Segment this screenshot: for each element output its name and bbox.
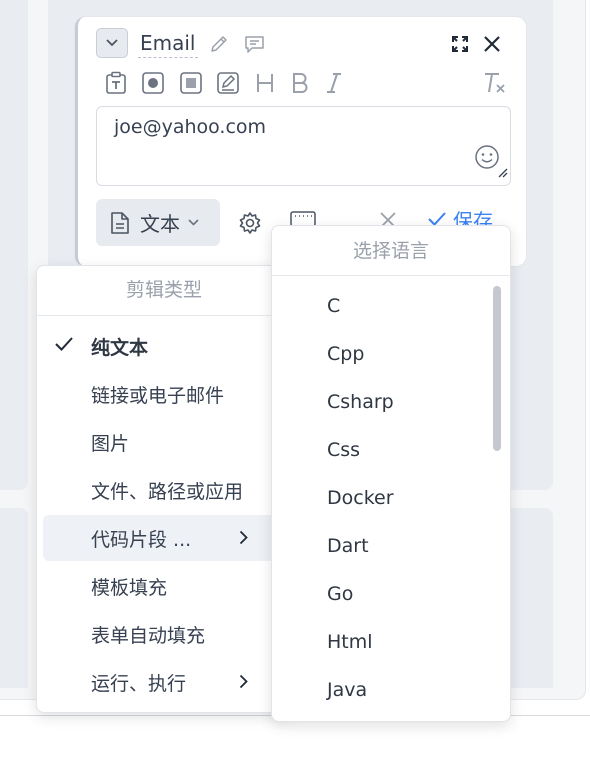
- draw-icon: [217, 72, 239, 94]
- clip-type-label: 文本: [140, 212, 180, 236]
- heading-button[interactable]: [251, 69, 279, 97]
- clip-type-button[interactable]: 文本: [96, 199, 220, 246]
- language-item[interactable]: Java: [327, 666, 367, 714]
- edit-title-button[interactable]: [206, 31, 232, 57]
- menu-item-label: 表单自动填充: [91, 624, 206, 647]
- comment-button[interactable]: [241, 31, 267, 57]
- language-menu-header: 选择语言: [272, 226, 510, 276]
- left-column-lower: [0, 508, 28, 688]
- close-editor-button[interactable]: [478, 30, 506, 58]
- gear-icon: [239, 212, 261, 234]
- settings-button[interactable]: [236, 209, 264, 237]
- menu-item-label: 模板填充: [91, 576, 168, 599]
- clipboard-text-icon: [106, 71, 126, 94]
- comment-icon: [244, 36, 264, 53]
- menu-item-form-autofill[interactable]: 表单自动填充: [43, 611, 303, 657]
- italic-button[interactable]: [320, 69, 348, 97]
- menu-item-label: 代码片段 ...: [91, 528, 192, 551]
- clear-format-icon: [485, 73, 505, 93]
- language-item[interactable]: Csharp: [327, 378, 394, 426]
- language-item[interactable]: Css: [327, 426, 360, 474]
- menu-item-run-execute[interactable]: 运行、执行: [43, 659, 303, 705]
- collapse-button[interactable]: [96, 28, 128, 58]
- emoji-icon: [475, 145, 499, 169]
- clip-content-textarea[interactable]: joe@yahoo.com: [96, 106, 511, 186]
- draw-button[interactable]: [214, 69, 242, 97]
- left-column: [0, 0, 28, 490]
- clip-content-text: joe@yahoo.com: [114, 116, 267, 138]
- language-menu: 选择语言 C Cpp Csharp Css Docker Dart Go Htm…: [271, 225, 511, 722]
- resize-handle[interactable]: [498, 161, 508, 183]
- resize-grip-icon: [498, 168, 508, 178]
- language-item[interactable]: Docker: [327, 474, 394, 522]
- stop-icon: [180, 72, 202, 94]
- pencil-icon: [211, 36, 227, 52]
- clear-format-button[interactable]: [481, 69, 509, 97]
- bold-icon: [293, 73, 308, 93]
- menu-item-plain-text[interactable]: 纯文本: [43, 323, 303, 369]
- language-item[interactable]: Dart: [327, 522, 369, 570]
- language-item[interactable]: Go: [327, 570, 353, 618]
- language-item[interactable]: Html: [327, 618, 373, 666]
- language-item[interactable]: Cpp: [327, 330, 364, 378]
- clip-type-menu-header: 剪辑类型: [37, 266, 291, 316]
- language-item[interactable]: C: [327, 282, 340, 330]
- chevron-down-icon: [188, 219, 199, 226]
- menu-item-image[interactable]: 图片: [43, 419, 303, 465]
- italic-icon: [327, 73, 341, 93]
- clip-title[interactable]: Email: [138, 30, 198, 58]
- menu-item-code-snippet[interactable]: 代码片段 ...: [43, 515, 303, 561]
- menu-item-label: 运行、执行: [91, 672, 187, 695]
- chevron-right-icon: [239, 530, 248, 545]
- expand-button[interactable]: [447, 31, 473, 57]
- check-icon: [55, 337, 73, 351]
- emoji-button[interactable]: [474, 144, 500, 175]
- chevron-down-icon: [106, 39, 118, 47]
- paste-plain-button[interactable]: [102, 69, 130, 97]
- menu-item-label: 链接或电子邮件: [91, 384, 225, 407]
- menu-item-file-path-app[interactable]: 文件、路径或应用: [43, 467, 303, 513]
- menu-item-label: 文件、路径或应用: [91, 480, 244, 503]
- language-menu-scrollbar[interactable]: [493, 286, 501, 451]
- close-icon: [484, 36, 500, 52]
- document-icon: [111, 211, 129, 234]
- chevron-right-icon: [239, 674, 248, 689]
- record-icon: [142, 72, 164, 94]
- stop-button[interactable]: [177, 69, 205, 97]
- record-button[interactable]: [139, 69, 167, 97]
- heading-icon: [257, 74, 273, 92]
- expand-icon: [452, 36, 468, 52]
- menu-item-label: 图片: [91, 432, 130, 455]
- clip-type-menu: 剪辑类型 纯文本 链接或电子邮件 图片 文件、路径或应用 代码片段 ... 模板…: [36, 265, 303, 713]
- bold-button[interactable]: [286, 69, 314, 97]
- menu-item-template-fill[interactable]: 模板填充: [43, 563, 303, 609]
- menu-item-link-email[interactable]: 链接或电子邮件: [43, 371, 303, 417]
- menu-item-label: 纯文本: [91, 336, 149, 359]
